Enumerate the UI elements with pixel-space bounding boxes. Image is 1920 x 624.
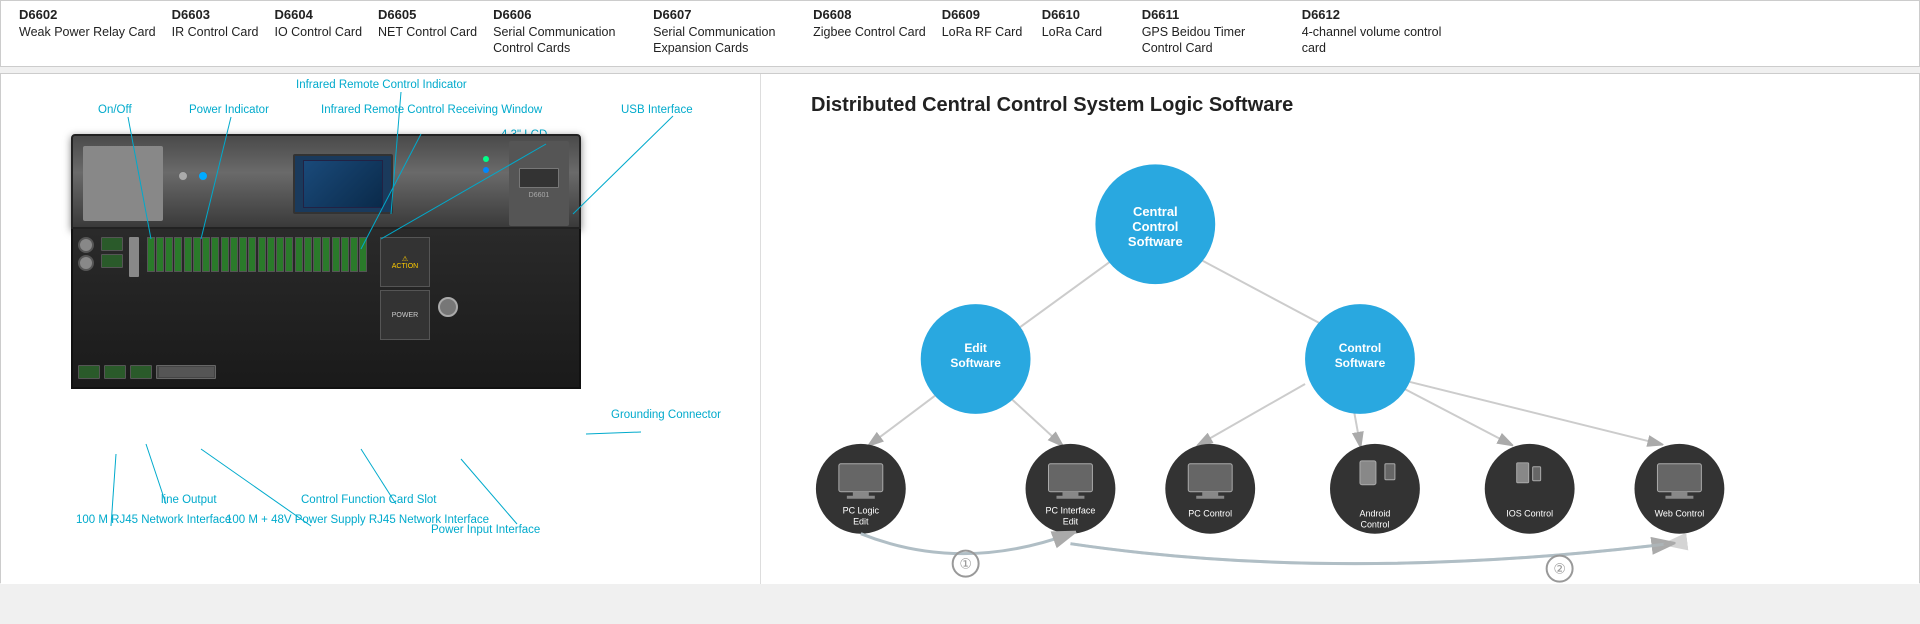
svg-text:②: ②	[1553, 561, 1566, 577]
device-image: D6601	[71, 134, 591, 474]
table-cell: D6603IR Control Card	[164, 5, 267, 42]
table-cell: D6607Serial Communication Expansion Card…	[645, 5, 805, 58]
right-diagram: Distributed Central Control System Logic…	[761, 74, 1919, 584]
power-input-label: Power Input Interface	[431, 524, 540, 536]
table-cell: D6610LoRa Card	[1034, 5, 1134, 42]
svg-text:Control: Control	[1132, 220, 1178, 235]
control-card-slot-label: Control Function Card Slot	[301, 494, 437, 506]
table-cell: D6608Zigbee Control Card	[805, 5, 934, 42]
network-100m-label: 100 M RJ45 Network Interface	[76, 514, 231, 526]
logic-diagram-svg: Central Control Software Edit Software C…	[761, 124, 1919, 584]
grounding-label: Grounding Connector	[611, 409, 721, 421]
device-front-panel: D6601	[71, 134, 581, 229]
device-rear-panel: ⚠ACTION POWER	[71, 229, 581, 389]
svg-text:①: ①	[959, 556, 972, 572]
usb-label: USB Interface	[621, 104, 693, 116]
on-off-label: On/Off	[98, 104, 132, 116]
line-output-label: line Output	[161, 494, 217, 506]
table-cell: D6606Serial Communication Control Cards	[485, 5, 645, 58]
svg-text:PC Control: PC Control	[1188, 509, 1232, 519]
table-cell: D6605NET Control Card	[370, 5, 485, 42]
svg-text:Edit: Edit	[853, 517, 869, 527]
svg-text:Central: Central	[1133, 205, 1178, 220]
svg-text:Control: Control	[1339, 341, 1382, 355]
power-indicator-label: Power Indicator	[189, 104, 269, 116]
left-diagram: On/Off Power Indicator Infrared Remote C…	[1, 74, 761, 584]
svg-text:IOS Control: IOS Control	[1506, 509, 1553, 519]
svg-text:Software: Software	[1335, 356, 1386, 370]
svg-text:PC Logic: PC Logic	[843, 506, 880, 516]
device-left-section	[83, 146, 163, 221]
svg-text:Software: Software	[1128, 235, 1183, 250]
svg-text:Control: Control	[1360, 520, 1389, 530]
svg-text:PC Interface: PC Interface	[1046, 506, 1096, 516]
table-cell: D66124-channel volume control card	[1294, 5, 1454, 58]
table-cell: D6604IO Control Card	[266, 5, 370, 42]
top-table-section: D6602Weak Power Relay CardD6603IR Contro…	[0, 0, 1920, 67]
svg-text:Edit: Edit	[964, 341, 987, 355]
svg-text:Web Control: Web Control	[1655, 509, 1705, 519]
svg-text:Android: Android	[1359, 509, 1390, 519]
table-cell: D6609LoRa RF Card	[934, 5, 1034, 42]
infrared-window-label: Infrared Remote Control Receiving Window	[321, 104, 542, 116]
top-table-row: D6602Weak Power Relay CardD6603IR Contro…	[11, 5, 1909, 58]
svg-text:Software: Software	[950, 356, 1001, 370]
device-lcd	[293, 154, 393, 214]
infrared-indicator-label: Infrared Remote Control Indicator	[296, 79, 467, 91]
diagram-title: Distributed Central Control System Logic…	[811, 94, 1899, 117]
table-cell: D6611GPS Beidou Timer Control Card	[1134, 5, 1294, 58]
table-cell: D6602Weak Power Relay Card	[11, 5, 164, 42]
main-content: On/Off Power Indicator Infrared Remote C…	[0, 73, 1920, 583]
svg-text:Edit: Edit	[1063, 517, 1079, 527]
